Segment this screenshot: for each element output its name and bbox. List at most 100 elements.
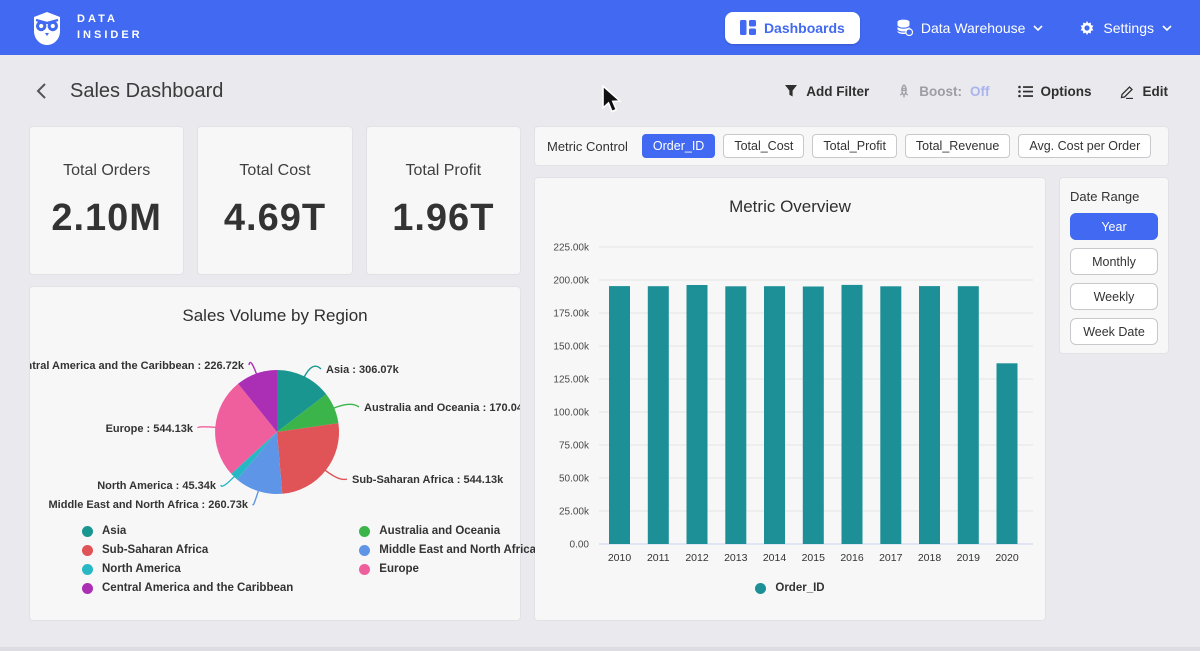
pie-slice-sub-saharan-africa[interactable] (277, 423, 339, 494)
pie-label-line (304, 366, 321, 378)
y-axis-tick-label: 100.00k (553, 408, 590, 419)
legend-item-middle-east-and-north-africa[interactable]: Middle East and North Africa (359, 544, 536, 556)
options-button[interactable]: Options (1018, 84, 1092, 99)
metric-control-bar: Metric Control Order_IDTotal_CostTotal_P… (535, 127, 1168, 165)
legend-dot-icon (82, 564, 93, 575)
rocket-icon (897, 84, 911, 99)
legend-label: Asia (102, 525, 126, 537)
date-range-week-date[interactable]: Week Date (1070, 318, 1158, 345)
legend-item-asia[interactable]: Asia (82, 525, 293, 537)
date-range-monthly[interactable]: Monthly (1070, 248, 1158, 275)
pie-label-line (332, 404, 359, 408)
x-axis-tick-label: 2015 (802, 552, 826, 564)
chevron-down-icon (1033, 25, 1043, 31)
add-filter-button[interactable]: Add Filter (784, 84, 869, 99)
pie-slice-label: Australia and Oceania : 170.04k (364, 402, 520, 414)
bar-2020[interactable] (997, 363, 1018, 544)
bar-legend-item[interactable]: Order_ID (755, 582, 824, 594)
bar-2016[interactable] (842, 285, 863, 544)
pie-chart-card: Sales Volume by Region Asia : 306.07kAus… (30, 287, 520, 620)
right-column: Metric Control Order_IDTotal_CostTotal_P… (535, 127, 1168, 620)
boost-toggle[interactable]: Boost: Off (897, 84, 989, 99)
page-title: Sales Dashboard (70, 80, 223, 103)
pie-slice-label: North America : 45.34k (97, 480, 217, 492)
legend-label: Australia and Oceania (379, 525, 500, 537)
bar-2013[interactable] (725, 286, 746, 544)
x-axis-tick-label: 2014 (763, 552, 787, 564)
x-axis-tick-label: 2017 (879, 552, 903, 564)
legend-dot-icon (82, 545, 93, 556)
boost-label: Boost: (919, 84, 962, 99)
data-warehouse-menu[interactable]: Data Warehouse (896, 19, 1044, 36)
y-axis-tick-label: 0.00 (570, 540, 590, 551)
x-axis-tick-label: 2013 (724, 552, 748, 564)
legend-dot-icon (82, 583, 93, 594)
legend-item-australia-and-oceania[interactable]: Australia and Oceania (359, 525, 536, 537)
kpi-label: Total Orders (30, 162, 183, 180)
kpi-card: Total Profit1.96T (367, 127, 520, 274)
y-axis-tick-label: 25.00k (559, 507, 590, 518)
metric-chip-total-cost[interactable]: Total_Cost (723, 134, 804, 158)
x-axis-tick-label: 2010 (608, 552, 632, 564)
brand[interactable]: DATA INSIDER (28, 9, 143, 47)
y-axis-tick-label: 225.00k (553, 243, 590, 254)
bar-2019[interactable] (958, 286, 979, 544)
bar-legend-label: Order_ID (775, 582, 824, 594)
legend-item-europe[interactable]: Europe (359, 563, 536, 575)
bar-2017[interactable] (880, 286, 901, 544)
legend-item-sub-saharan-africa[interactable]: Sub-Saharan Africa (82, 544, 293, 556)
bar-2010[interactable] (609, 286, 630, 544)
x-axis-tick-label: 2011 (647, 552, 670, 564)
chart-row: Metric Overview 0.0025.00k50.00k75.00k10… (535, 178, 1168, 620)
content: Total Orders2.10MTotal Cost4.69TTotal Pr… (0, 127, 1200, 620)
kpi-card: Total Cost4.69T (198, 127, 351, 274)
gear-icon (1079, 20, 1095, 36)
y-axis-tick-label: 200.00k (553, 276, 590, 287)
bar-2012[interactable] (687, 285, 708, 544)
x-axis-tick-label: 2018 (918, 552, 942, 564)
navbar-right: Dashboards Data Warehouse Settings (725, 12, 1172, 44)
back-button[interactable] (32, 79, 50, 103)
bar-2014[interactable] (764, 286, 785, 544)
boost-state: Off (970, 84, 990, 99)
data-warehouse-label: Data Warehouse (921, 20, 1026, 36)
date-range-weekly[interactable]: Weekly (1070, 283, 1158, 310)
pie-slice-label: Sub-Saharan Africa : 544.13k (352, 474, 504, 486)
kpi-label: Total Profit (367, 162, 520, 180)
legend-dot-icon (359, 564, 370, 575)
back-chevron-icon (34, 81, 48, 101)
pie-slice-label: Asia : 306.07k (326, 364, 400, 376)
pie-legend: Asia Sub-Saharan Africa North America Centr… (82, 525, 536, 594)
pie-slice-label: Europe : 544.13k (106, 423, 194, 435)
metric-chip-total-profit[interactable]: Total_Profit (812, 134, 897, 158)
header-actions: Add Filter Boost: Off Options Ed (784, 84, 1168, 99)
settings-menu[interactable]: Settings (1079, 20, 1172, 36)
pie-label-line (221, 475, 236, 486)
add-filter-label: Add Filter (806, 84, 869, 99)
kpi-value: 2.10M (30, 197, 183, 240)
bar-chart[interactable]: 0.0025.00k50.00k75.00k100.00k125.00k150.… (535, 178, 1045, 620)
pie-label-line (324, 469, 347, 479)
x-axis-tick-label: 2020 (995, 552, 1019, 564)
dashboards-button[interactable]: Dashboards (725, 12, 860, 44)
bar-2011[interactable] (648, 286, 669, 544)
pie-slice-label: Central America and the Caribbean : 226.… (30, 360, 245, 372)
bar-2015[interactable] (803, 287, 824, 545)
kpi-label: Total Cost (198, 162, 351, 180)
filter-funnel-icon (784, 84, 798, 98)
legend-label: Europe (379, 563, 419, 575)
owl-logo-icon (28, 9, 66, 47)
legend-item-north-america[interactable]: North America (82, 563, 293, 575)
legend-dot-icon (359, 526, 370, 537)
y-axis-tick-label: 175.00k (553, 309, 590, 320)
metric-chip-avg-cost-per-order[interactable]: Avg. Cost per Order (1018, 134, 1151, 158)
date-range-year[interactable]: Year (1070, 213, 1158, 240)
edit-button[interactable]: Edit (1120, 84, 1169, 99)
pie-label-line (249, 362, 257, 375)
metric-chip-order-id[interactable]: Order_ID (642, 134, 715, 158)
settings-label: Settings (1103, 20, 1154, 36)
legend-item-central-america-and-the-caribbean[interactable]: Central America and the Caribbean (82, 582, 293, 594)
bar-2018[interactable] (919, 286, 940, 544)
metric-chip-total-revenue[interactable]: Total_Revenue (905, 134, 1010, 158)
legend-label: North America (102, 563, 181, 575)
